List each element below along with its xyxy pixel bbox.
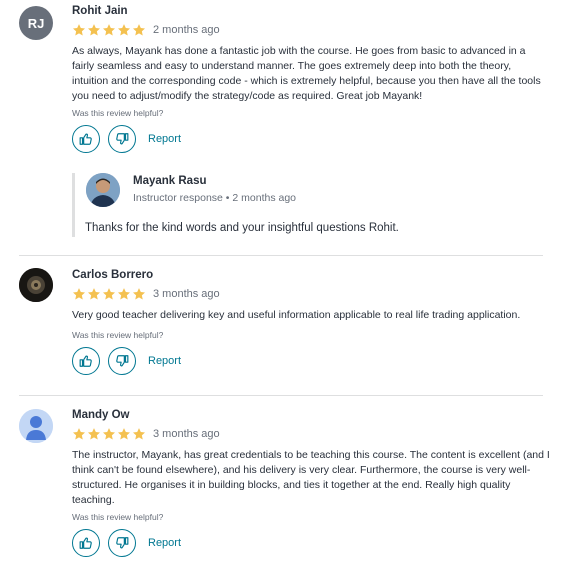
review-date: 3 months ago bbox=[153, 288, 220, 300]
review-actions: Report bbox=[72, 125, 181, 153]
star-icon bbox=[117, 24, 131, 36]
star-icon bbox=[87, 24, 101, 36]
star-icon bbox=[117, 428, 131, 440]
report-link[interactable]: Report bbox=[148, 355, 181, 367]
thumbs-down-icon bbox=[116, 133, 129, 145]
review-actions: Report bbox=[72, 529, 181, 557]
star-icon bbox=[87, 288, 101, 300]
star-icon bbox=[102, 428, 116, 440]
helpful-prompt: Was this review helpful? bbox=[72, 512, 164, 522]
helpful-yes-button[interactable] bbox=[72, 125, 100, 153]
helpful-no-button[interactable] bbox=[108, 347, 136, 375]
helpful-yes-button[interactable] bbox=[72, 347, 100, 375]
helpful-prompt: Was this review helpful? bbox=[72, 108, 164, 118]
star-icon bbox=[102, 288, 116, 300]
report-link[interactable]: Report bbox=[148, 537, 181, 549]
divider bbox=[19, 255, 543, 256]
response-text: Thanks for the kind words and your insig… bbox=[85, 222, 399, 234]
thumbs-down-icon bbox=[116, 537, 129, 549]
thumbs-up-icon bbox=[79, 537, 92, 549]
report-link[interactable]: Report bbox=[148, 133, 181, 145]
avatar bbox=[19, 409, 53, 443]
rating: 2 months ago bbox=[72, 23, 220, 37]
avatar bbox=[19, 268, 53, 302]
instructor-name: Mayank Rasu bbox=[133, 175, 207, 187]
instructor-response: Mayank Rasu Instructor response • 2 mont… bbox=[72, 173, 545, 237]
user-icon bbox=[19, 409, 53, 443]
review-date: 3 months ago bbox=[153, 428, 220, 440]
avatar: RJ bbox=[19, 6, 53, 40]
review-actions: Report bbox=[72, 347, 181, 375]
review-text: Very good teacher delivering key and use… bbox=[72, 309, 521, 321]
star-rating bbox=[72, 287, 146, 301]
reviewer-name: Rohit Jain bbox=[72, 5, 128, 17]
helpful-prompt: Was this review helpful? bbox=[72, 330, 164, 340]
star-icon bbox=[132, 288, 146, 300]
star-rating bbox=[72, 23, 146, 37]
thumbs-up-icon bbox=[79, 133, 92, 145]
star-icon bbox=[87, 428, 101, 440]
thumbs-down-icon bbox=[116, 355, 129, 367]
helpful-no-button[interactable] bbox=[108, 125, 136, 153]
instructor-avatar bbox=[86, 173, 120, 207]
star-icon bbox=[72, 24, 86, 36]
review-text: As always, Mayank has done a fantastic j… bbox=[72, 45, 541, 102]
rating: 3 months ago bbox=[72, 427, 220, 441]
star-icon bbox=[102, 24, 116, 36]
reviewer-name: Carlos Borrero bbox=[72, 269, 154, 281]
star-icon bbox=[72, 428, 86, 440]
rating: 3 months ago bbox=[72, 287, 220, 301]
review-text: The instructor, Mayank, has great creden… bbox=[72, 449, 550, 506]
helpful-yes-button[interactable] bbox=[72, 529, 100, 557]
star-icon bbox=[72, 288, 86, 300]
avatar-initials: RJ bbox=[27, 15, 45, 31]
review-date: 2 months ago bbox=[153, 24, 220, 36]
helpful-no-button[interactable] bbox=[108, 529, 136, 557]
star-rating bbox=[72, 427, 146, 441]
star-icon bbox=[132, 428, 146, 440]
reviewer-name: Mandy Ow bbox=[72, 409, 130, 421]
star-icon bbox=[117, 288, 131, 300]
star-icon bbox=[132, 24, 146, 36]
divider bbox=[19, 395, 543, 396]
thumbs-up-icon bbox=[79, 355, 92, 367]
response-meta: Instructor response • 2 months ago bbox=[133, 192, 297, 204]
